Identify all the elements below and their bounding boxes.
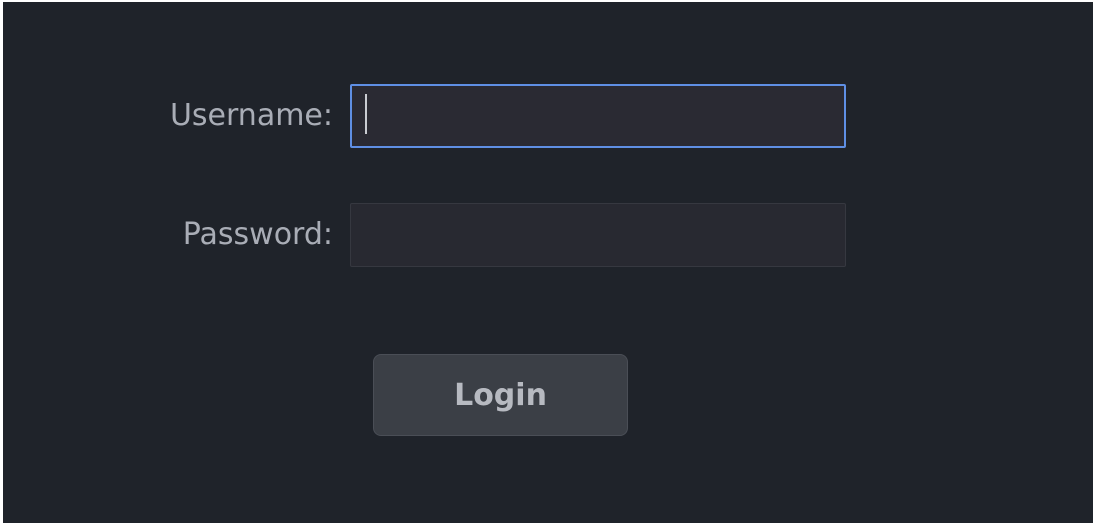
login-button[interactable]: Login — [373, 354, 628, 436]
login-button-label: Login — [454, 377, 547, 413]
text-cursor — [365, 94, 367, 134]
login-window: Username: Password: Login — [3, 2, 1093, 523]
password-input[interactable] — [350, 203, 846, 267]
username-label: Username: — [169, 98, 333, 133]
password-label: Password: — [182, 217, 333, 252]
username-input[interactable] — [350, 84, 846, 148]
